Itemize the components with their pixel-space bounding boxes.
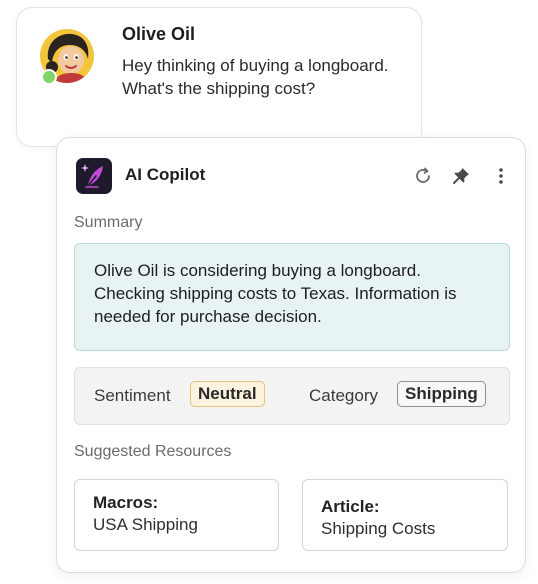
customer-name: Olive Oil bbox=[122, 24, 196, 44]
resource-card-macro[interactable]: Macros: USA Shipping bbox=[74, 479, 279, 551]
summary-box: Olive Oil is considering buying a longbo… bbox=[74, 243, 510, 351]
app-stage: Olive Oil Hey thinking of buying a longb… bbox=[0, 0, 538, 584]
category-badge: Shipping bbox=[397, 381, 486, 407]
summary-label: Summary bbox=[74, 214, 143, 231]
sentiment-label: Sentiment bbox=[94, 386, 171, 405]
suggested-resources-label: Suggested Resources bbox=[74, 443, 232, 460]
refresh-icon[interactable] bbox=[411, 164, 435, 188]
more-vertical-icon[interactable] bbox=[489, 164, 513, 188]
pin-icon[interactable] bbox=[449, 164, 473, 188]
resource-name: USA Shipping bbox=[93, 515, 198, 534]
sentiment-badge: Neutral bbox=[190, 381, 265, 407]
resource-name: Shipping Costs bbox=[321, 519, 436, 538]
classification-row: Sentiment Neutral Category Shipping bbox=[74, 367, 510, 425]
quill-sparkle-icon bbox=[76, 158, 112, 194]
customer-message: Hey thinking of buying a longboard. What… bbox=[122, 56, 389, 98]
category-label: Category bbox=[309, 386, 378, 405]
resource-type: Article: bbox=[321, 497, 380, 516]
chat-message-card: Olive Oil Hey thinking of buying a longb… bbox=[16, 7, 422, 147]
online-status-indicator bbox=[41, 69, 57, 85]
copilot-title: AI Copilot bbox=[125, 165, 206, 184]
resource-type: Macros: bbox=[93, 493, 159, 512]
ai-copilot-panel: AI Copilot Summary Olive Oil is consider… bbox=[56, 137, 526, 573]
resource-card-article[interactable]: Article: Shipping Costs bbox=[302, 479, 508, 551]
